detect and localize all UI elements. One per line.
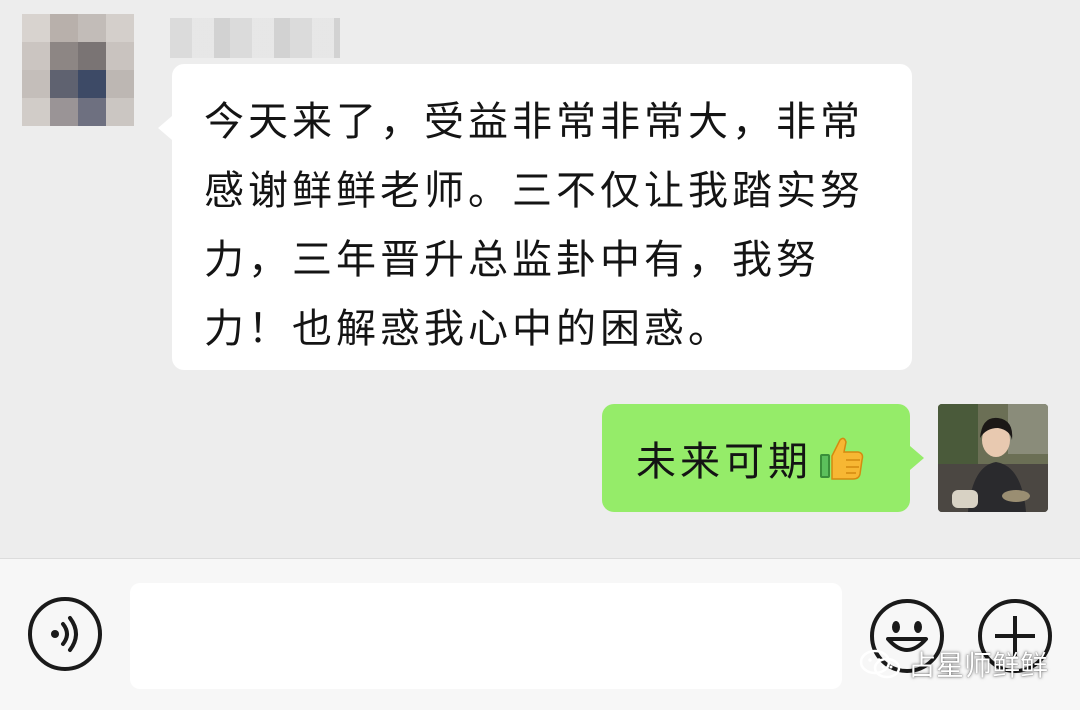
- incoming-message-line-1: 今天来了，受益非常非常大，非常: [204, 99, 864, 145]
- watermark: 占星师鲜鲜: [858, 644, 1048, 684]
- chat-area: 今天来了，受益非常非常大，非常 感谢鲜鲜老师。三不仅让我踏实努 力，三年晋升总监…: [0, 0, 1080, 558]
- outgoing-message-bubble[interactable]: 未来可期: [602, 404, 924, 512]
- voice-button[interactable]: [28, 597, 102, 671]
- incoming-message-line-4: 力！也解惑我心中的困惑。: [204, 306, 732, 352]
- user-photo-avatar-icon: [938, 404, 1048, 512]
- message-input[interactable]: [130, 583, 842, 689]
- outgoing-message-text: 未来可期: [636, 439, 812, 485]
- thumbs-up-icon: [820, 437, 864, 480]
- watermark-text: 占星师鲜鲜: [908, 649, 1049, 682]
- incoming-message-bubble[interactable]: 今天来了，受益非常非常大，非常 感谢鲜鲜老师。三不仅让我踏实努 力，三年晋升总监…: [158, 64, 912, 370]
- blurred-avatar-icon: [22, 14, 134, 126]
- input-bar: [0, 558, 1080, 710]
- wechat-official-account-icon: [859, 649, 901, 679]
- user-avatar[interactable]: [938, 404, 1048, 512]
- incoming-message-line-2: 感谢鲜鲜老师。三不仅让我踏实努: [204, 168, 864, 214]
- sender-avatar[interactable]: [22, 14, 134, 126]
- sender-name-blurred: [170, 18, 340, 58]
- incoming-message-line-3: 力，三年晋升总监卦中有，我努: [204, 237, 820, 283]
- voice-icon: [51, 616, 78, 652]
